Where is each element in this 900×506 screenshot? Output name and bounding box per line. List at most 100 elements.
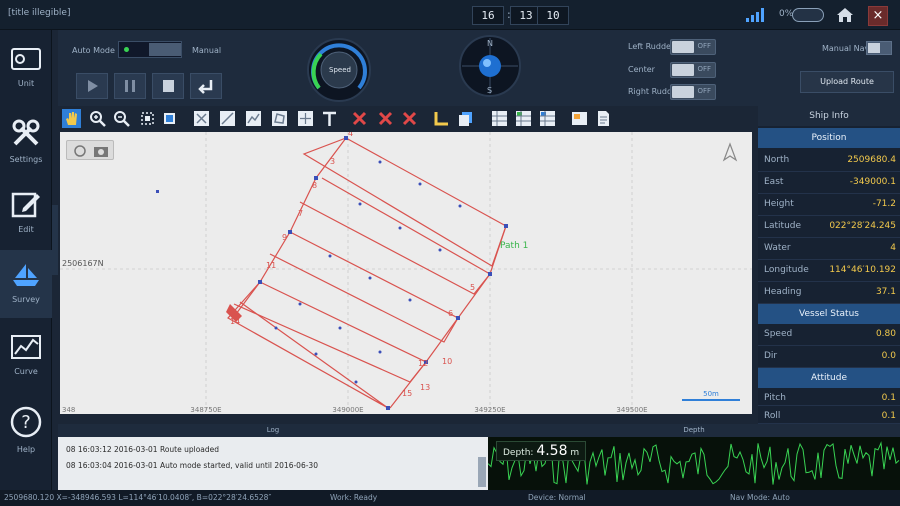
waypoint-label: 3 [330,157,335,166]
info-key: East [764,177,784,187]
curve-chart-icon [11,335,41,359]
stop-button[interactable] [152,73,184,99]
toggle-knob [672,64,694,76]
manual-nav-toggle[interactable] [866,41,892,55]
sidebar-item-edit[interactable]: Edit [0,178,52,246]
info-value: 0.1 [881,411,896,421]
status-coordinates: 2509680.120 X=-348946.593 L=114°46′10.04… [4,493,272,502]
compass-north: N [487,39,493,48]
tool-clear-map[interactable] [192,109,211,128]
log-scrollbar[interactable] [478,457,486,487]
close-button[interactable]: × [868,6,888,26]
pause-button[interactable] [114,73,146,99]
waypoint-label: 4 [348,132,353,138]
sounding-point [418,182,422,186]
tool-measure[interactable] [432,109,451,128]
info-header: Ship Info [758,106,900,126]
waypoint-marker [156,190,159,193]
target-icon[interactable] [73,144,87,158]
tool-table-blue[interactable] [538,109,557,128]
log-panel[interactable]: 08 16:03:12 2016-03-01 Route uploaded 08… [58,437,488,490]
toggle-right-rudder[interactable]: OFF [670,84,716,100]
toggle-left-rudder[interactable]: OFF [670,39,716,55]
sidebar-item-survey[interactable]: Survey [0,250,52,318]
tool-import[interactable] [570,109,589,128]
svg-text:?: ? [21,412,31,433]
play-icon [88,80,98,92]
sounding-point [378,350,382,354]
tool-delete-point[interactable] [350,109,369,128]
easting-tick: 349250E [474,406,505,414]
ruler-icon [434,112,448,126]
sidebar-item-label: Survey [12,295,40,304]
select-tool[interactable] [160,109,179,128]
layers-icon [459,112,472,126]
toggle-knob [672,86,694,98]
boat-icon [13,264,39,286]
zoom-in-tool[interactable] [88,109,107,128]
sounding-point [438,248,442,252]
info-panel: Ship Info Position North 2509680.4 East -3… [758,106,900,424]
table-icon [492,111,507,126]
sounding-point [338,326,342,330]
tool-table[interactable] [490,109,509,128]
title-bar: [title illegible] 16 : 13 : 10 0% × [0,0,900,30]
zoom-out-tool[interactable] [112,109,131,128]
tool-text[interactable] [320,109,339,128]
tool-delete-line[interactable] [376,109,395,128]
zoom-in-icon [90,111,106,127]
sidebar-item-help[interactable]: ? Help [0,394,52,462]
map-clear-icon [194,111,209,126]
sidebar-item-unit[interactable]: Unit [0,34,52,102]
sidebar-item-label: Help [16,445,36,454]
toggle-state: OFF [697,87,711,95]
stop-icon [163,80,174,92]
map-canvas[interactable]: 2506167N 348 348750E 349000E 349250E 349… [60,132,752,414]
info-key: Dir [764,351,778,361]
waypoint-marker [456,316,460,320]
sidebar-item-settings[interactable]: Settings [0,106,52,174]
sounding-point [398,226,402,230]
home-icon[interactable] [836,6,854,24]
compass-south: S [487,86,493,95]
upload-route-button[interactable]: Upload Route [800,71,894,93]
sounding-point [378,160,382,164]
route-lane [299,177,491,295]
tools-icon [12,119,40,146]
position-section-header: Position [758,128,900,148]
info-key: Water [764,243,791,253]
play-button[interactable] [76,73,108,99]
manual-mode-label: Manual [192,46,222,55]
speed-label: Speed [329,66,351,74]
camera-icon[interactable] [93,144,109,158]
info-key: Height [764,199,794,209]
toggle-knob [868,43,880,53]
tool-draw-area[interactable] [270,109,289,128]
pause-icon [125,80,135,92]
depth-unit: m [570,448,580,458]
fit-view-tool[interactable] [138,109,157,128]
map-grid [60,132,752,414]
import-icon [572,112,587,125]
info-key: North [764,155,790,165]
mode-switch[interactable] [118,41,182,58]
return-button[interactable] [190,73,222,99]
info-value: 022°28′24.245 [829,221,896,231]
log-header: Log [58,424,488,437]
easting-tick: 348 [62,406,75,414]
pan-tool[interactable] [62,109,81,128]
tool-draw-grid[interactable] [296,109,315,128]
tool-table-green[interactable] [514,109,533,128]
waypoint-label: 13 [420,383,430,392]
tool-draw-line[interactable] [218,109,237,128]
sidebar-item-curve[interactable]: Curve [0,322,52,390]
tool-delete-all[interactable] [400,109,419,128]
tool-export[interactable] [594,109,613,128]
tool-layers[interactable] [456,109,475,128]
tool-draw-polyline[interactable] [244,109,263,128]
toggle-center[interactable]: OFF [670,62,716,78]
signal-strength-icon [746,8,764,22]
sidebar-collapse-handle[interactable] [52,205,58,275]
toggle-knob [672,41,694,53]
depth-header: Depth [488,424,900,437]
